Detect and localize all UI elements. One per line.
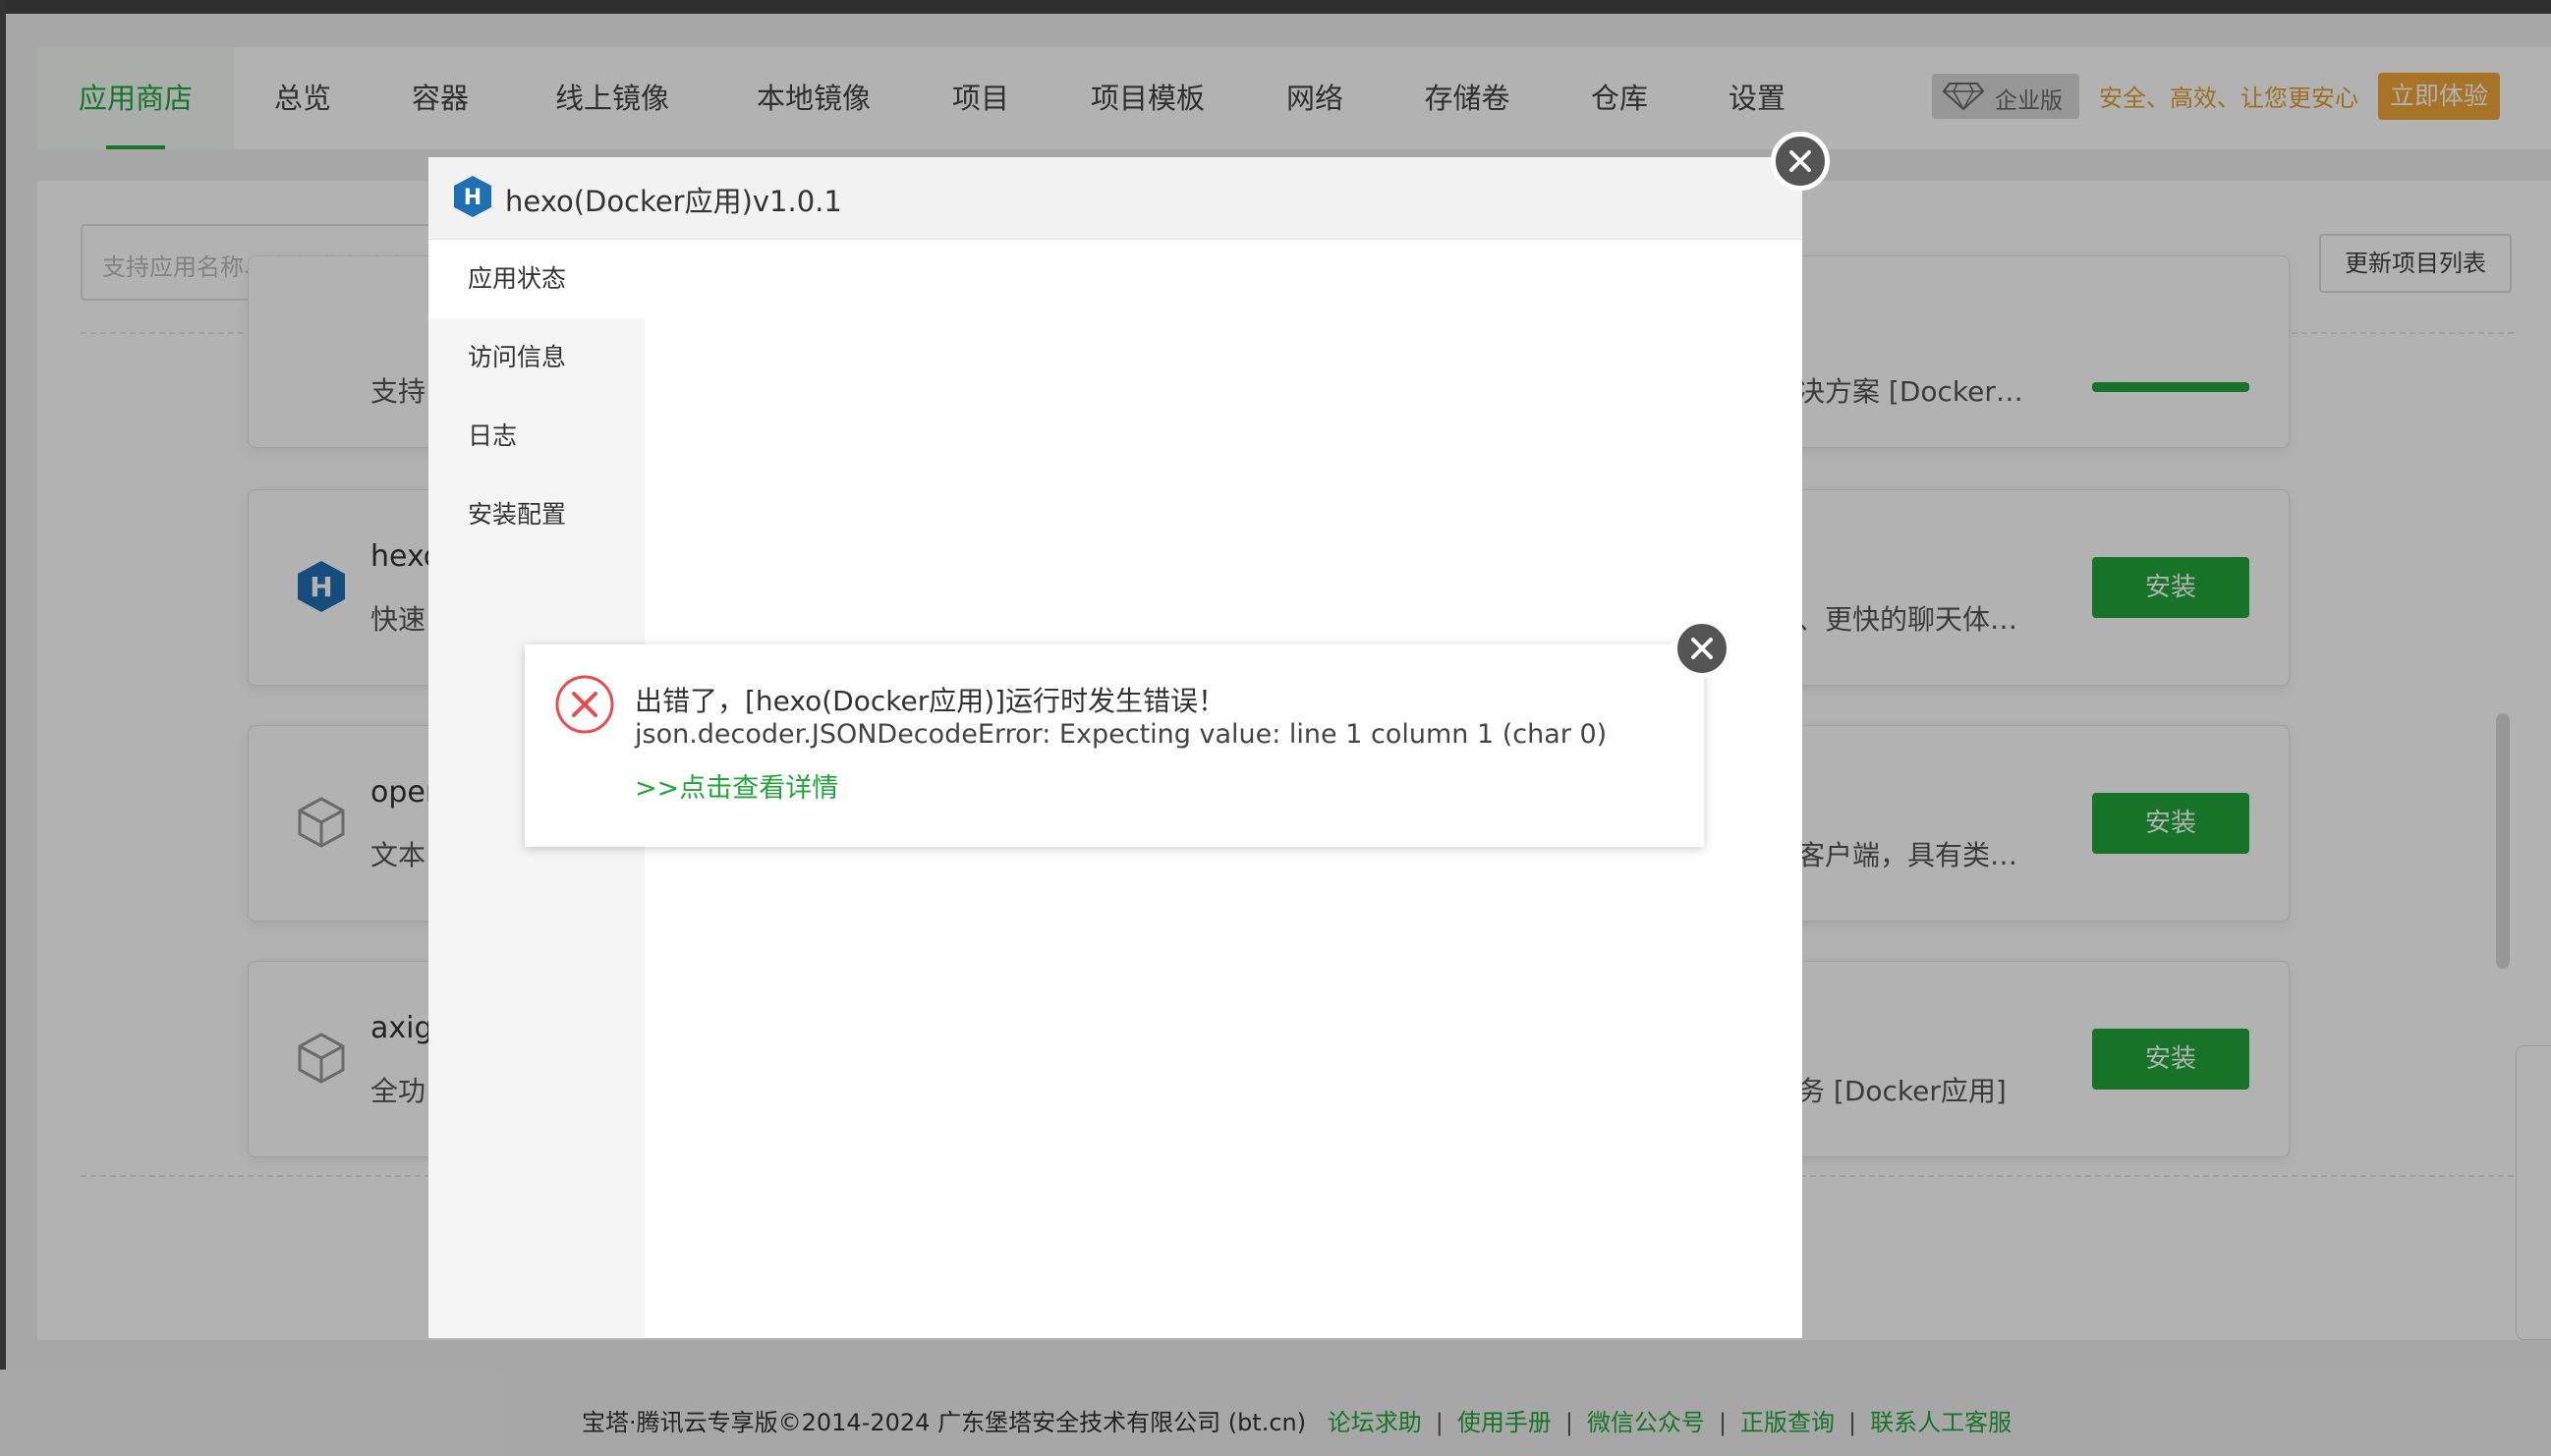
error-dialog: 出错了，[hexo(Docker应用)]运行时发生错误！ json.decode… [525,644,1704,847]
sidebar-item-install-config[interactable]: 安装配置 [428,476,645,554]
close-error-dialog-button[interactable] [1672,619,1731,678]
error-icon [555,675,614,734]
error-message: json.decoder.JSONDecodeError: Expecting … [635,719,1608,750]
modal-header: H hexo(Docker应用)v1.0.1 [428,157,1802,240]
modal-title: hexo(Docker应用)v1.0.1 [505,185,842,218]
close-icon [1691,638,1713,659]
close-icon [1789,150,1811,172]
sidebar-item-app-status[interactable]: 应用状态 [428,240,645,318]
view-details-link[interactable]: >>点击查看详情 [635,766,838,805]
svg-text:H: H [464,186,482,210]
sidebar-item-access-info[interactable]: 访问信息 [428,318,645,397]
hexo-logo-icon: H [454,176,491,217]
close-app-modal-button[interactable] [1771,132,1830,191]
sidebar-item-logs[interactable]: 日志 [428,397,645,476]
error-title: 出错了，[hexo(Docker应用)]运行时发生错误！ [635,685,1226,717]
